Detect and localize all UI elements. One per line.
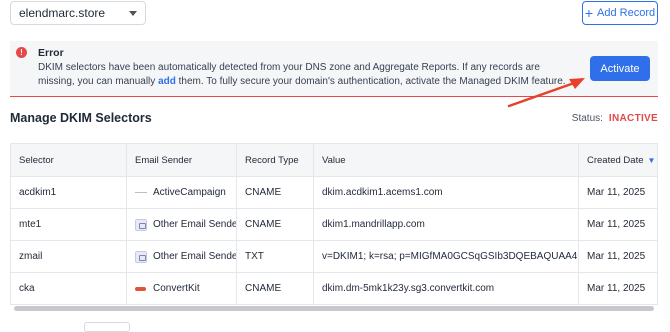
- domain-select[interactable]: elendmarc.store: [10, 1, 146, 25]
- error-icon: !: [16, 47, 27, 58]
- add-record-button[interactable]: + Add Record: [582, 1, 658, 25]
- sender-name: ConvertKit: [153, 283, 200, 294]
- value-cell: dkim1.mandrillapp.com: [314, 209, 579, 240]
- activate-button[interactable]: Activate: [590, 56, 650, 81]
- table-header: Selector Email Sender Record Type Value …: [11, 144, 657, 177]
- convertkit-icon: [135, 286, 146, 291]
- sender-cell: ConvertKit: [127, 273, 237, 304]
- date-cell: Mar 11, 2025: [587, 283, 646, 294]
- sender-cell: Other Email Sender: [127, 209, 237, 240]
- status-badge: INACTIVE: [608, 113, 658, 124]
- table-row[interactable]: zmail Other Email Sender TXT v=DKIM1; k=…: [11, 241, 657, 273]
- header-email-sender[interactable]: Email Sender: [127, 144, 237, 176]
- header-selector[interactable]: Selector: [11, 144, 127, 176]
- sender-cell: ActiveCampaign: [127, 177, 237, 208]
- header-record-type[interactable]: Record Type: [237, 144, 314, 176]
- add-link[interactable]: add: [158, 76, 176, 87]
- selector-cell: cka: [11, 273, 127, 304]
- selector-cell: zmail: [11, 241, 127, 272]
- selector-cell: mte1: [11, 209, 127, 240]
- sort-down-icon[interactable]: ▼: [648, 156, 656, 165]
- record-type-cell: TXT: [237, 241, 314, 272]
- date-cell: Mar 11, 2025: [587, 251, 646, 262]
- section-title: Manage DKIM Selectors: [10, 111, 152, 125]
- chevron-down-icon: [129, 10, 137, 16]
- date-cell: Mar 11, 2025: [587, 187, 646, 198]
- sender-name: Other Email Sender: [153, 219, 237, 230]
- value-cell: dkim.acdkim1.acems1.com: [314, 177, 579, 208]
- add-record-label: Add Record: [597, 7, 656, 19]
- horizontal-scrollbar[interactable]: [14, 306, 654, 311]
- table-row[interactable]: mte1 Other Email Sender CNAME dkim1.mand…: [11, 209, 657, 241]
- sender-name: Other Email Sender: [153, 251, 237, 262]
- table-row[interactable]: cka ConvertKit CNAME dkim.dm-5mk1k23y.sg…: [11, 273, 657, 305]
- sender-cell: Other Email Sender: [127, 241, 237, 272]
- status-indicator: Status: INACTIVE: [572, 113, 658, 124]
- red-arrow-annotation: [507, 78, 585, 108]
- selector-cell: acdkim1: [11, 177, 127, 208]
- header-created-date-label: Created Date: [587, 154, 644, 166]
- domain-select-value: elendmarc.store: [19, 6, 106, 20]
- status-label: Status:: [571, 113, 603, 124]
- email-sender-icon: [135, 250, 147, 263]
- value-cell: dkim.dm-5mk1k23y.sg3.convertkit.com: [314, 273, 579, 304]
- date-cell: Mar 11, 2025: [587, 219, 646, 230]
- header-value[interactable]: Value: [314, 144, 579, 176]
- plus-icon: +: [584, 5, 594, 21]
- record-type-cell: CNAME: [237, 209, 314, 240]
- record-type-cell: CNAME: [237, 273, 314, 304]
- alert-message: DKIM selectors have been automatically d…: [38, 61, 578, 89]
- value-cell: v=DKIM1; k=rsa; p=MIGfMA0GCSqGSIb3DQEBAQ…: [314, 241, 579, 272]
- pagination-select[interactable]: [84, 322, 130, 332]
- table-row[interactable]: acdkim1 ActiveCampaign CNAME dkim.acdkim…: [11, 177, 657, 209]
- alert-title: Error: [38, 47, 64, 59]
- dkim-selectors-table: Selector Email Sender Record Type Value …: [10, 143, 658, 305]
- activecampaign-icon: [135, 192, 147, 193]
- header-created-date[interactable]: Created Date ▼: [579, 144, 657, 176]
- record-type-cell: CNAME: [237, 177, 314, 208]
- email-sender-icon: [135, 218, 147, 231]
- sender-name: ActiveCampaign: [153, 187, 226, 198]
